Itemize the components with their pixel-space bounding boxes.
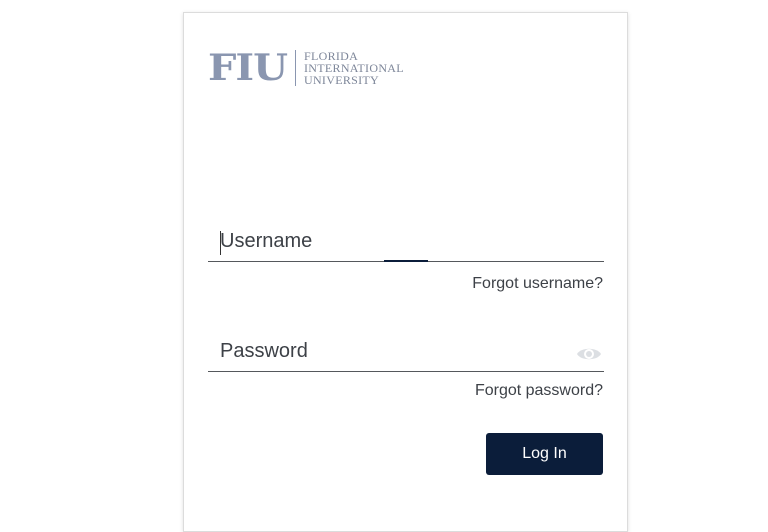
- username-input[interactable]: [208, 221, 604, 261]
- logo-wordmark: FLORIDA INTERNATIONAL UNIVERSITY: [304, 50, 404, 86]
- text-caret: [220, 231, 221, 255]
- password-input[interactable]: [208, 331, 604, 371]
- login-button[interactable]: Log In: [486, 433, 603, 475]
- fiu-logo: FIU FLORIDA INTERNATIONAL UNIVERSITY: [208, 48, 404, 88]
- login-card: FIU FLORIDA INTERNATIONAL UNIVERSITY For…: [183, 12, 628, 532]
- logo-mark: FIU: [208, 45, 288, 90]
- password-field-container: [208, 331, 604, 372]
- forgot-password-link[interactable]: Forgot password?: [475, 382, 603, 400]
- focus-indicator: [384, 260, 428, 262]
- eye-icon[interactable]: [576, 345, 602, 363]
- username-field-container: [208, 221, 604, 262]
- logo-line-3: UNIVERSITY: [304, 73, 379, 87]
- logo-divider: [295, 50, 296, 86]
- forgot-username-link[interactable]: Forgot username?: [472, 275, 603, 293]
